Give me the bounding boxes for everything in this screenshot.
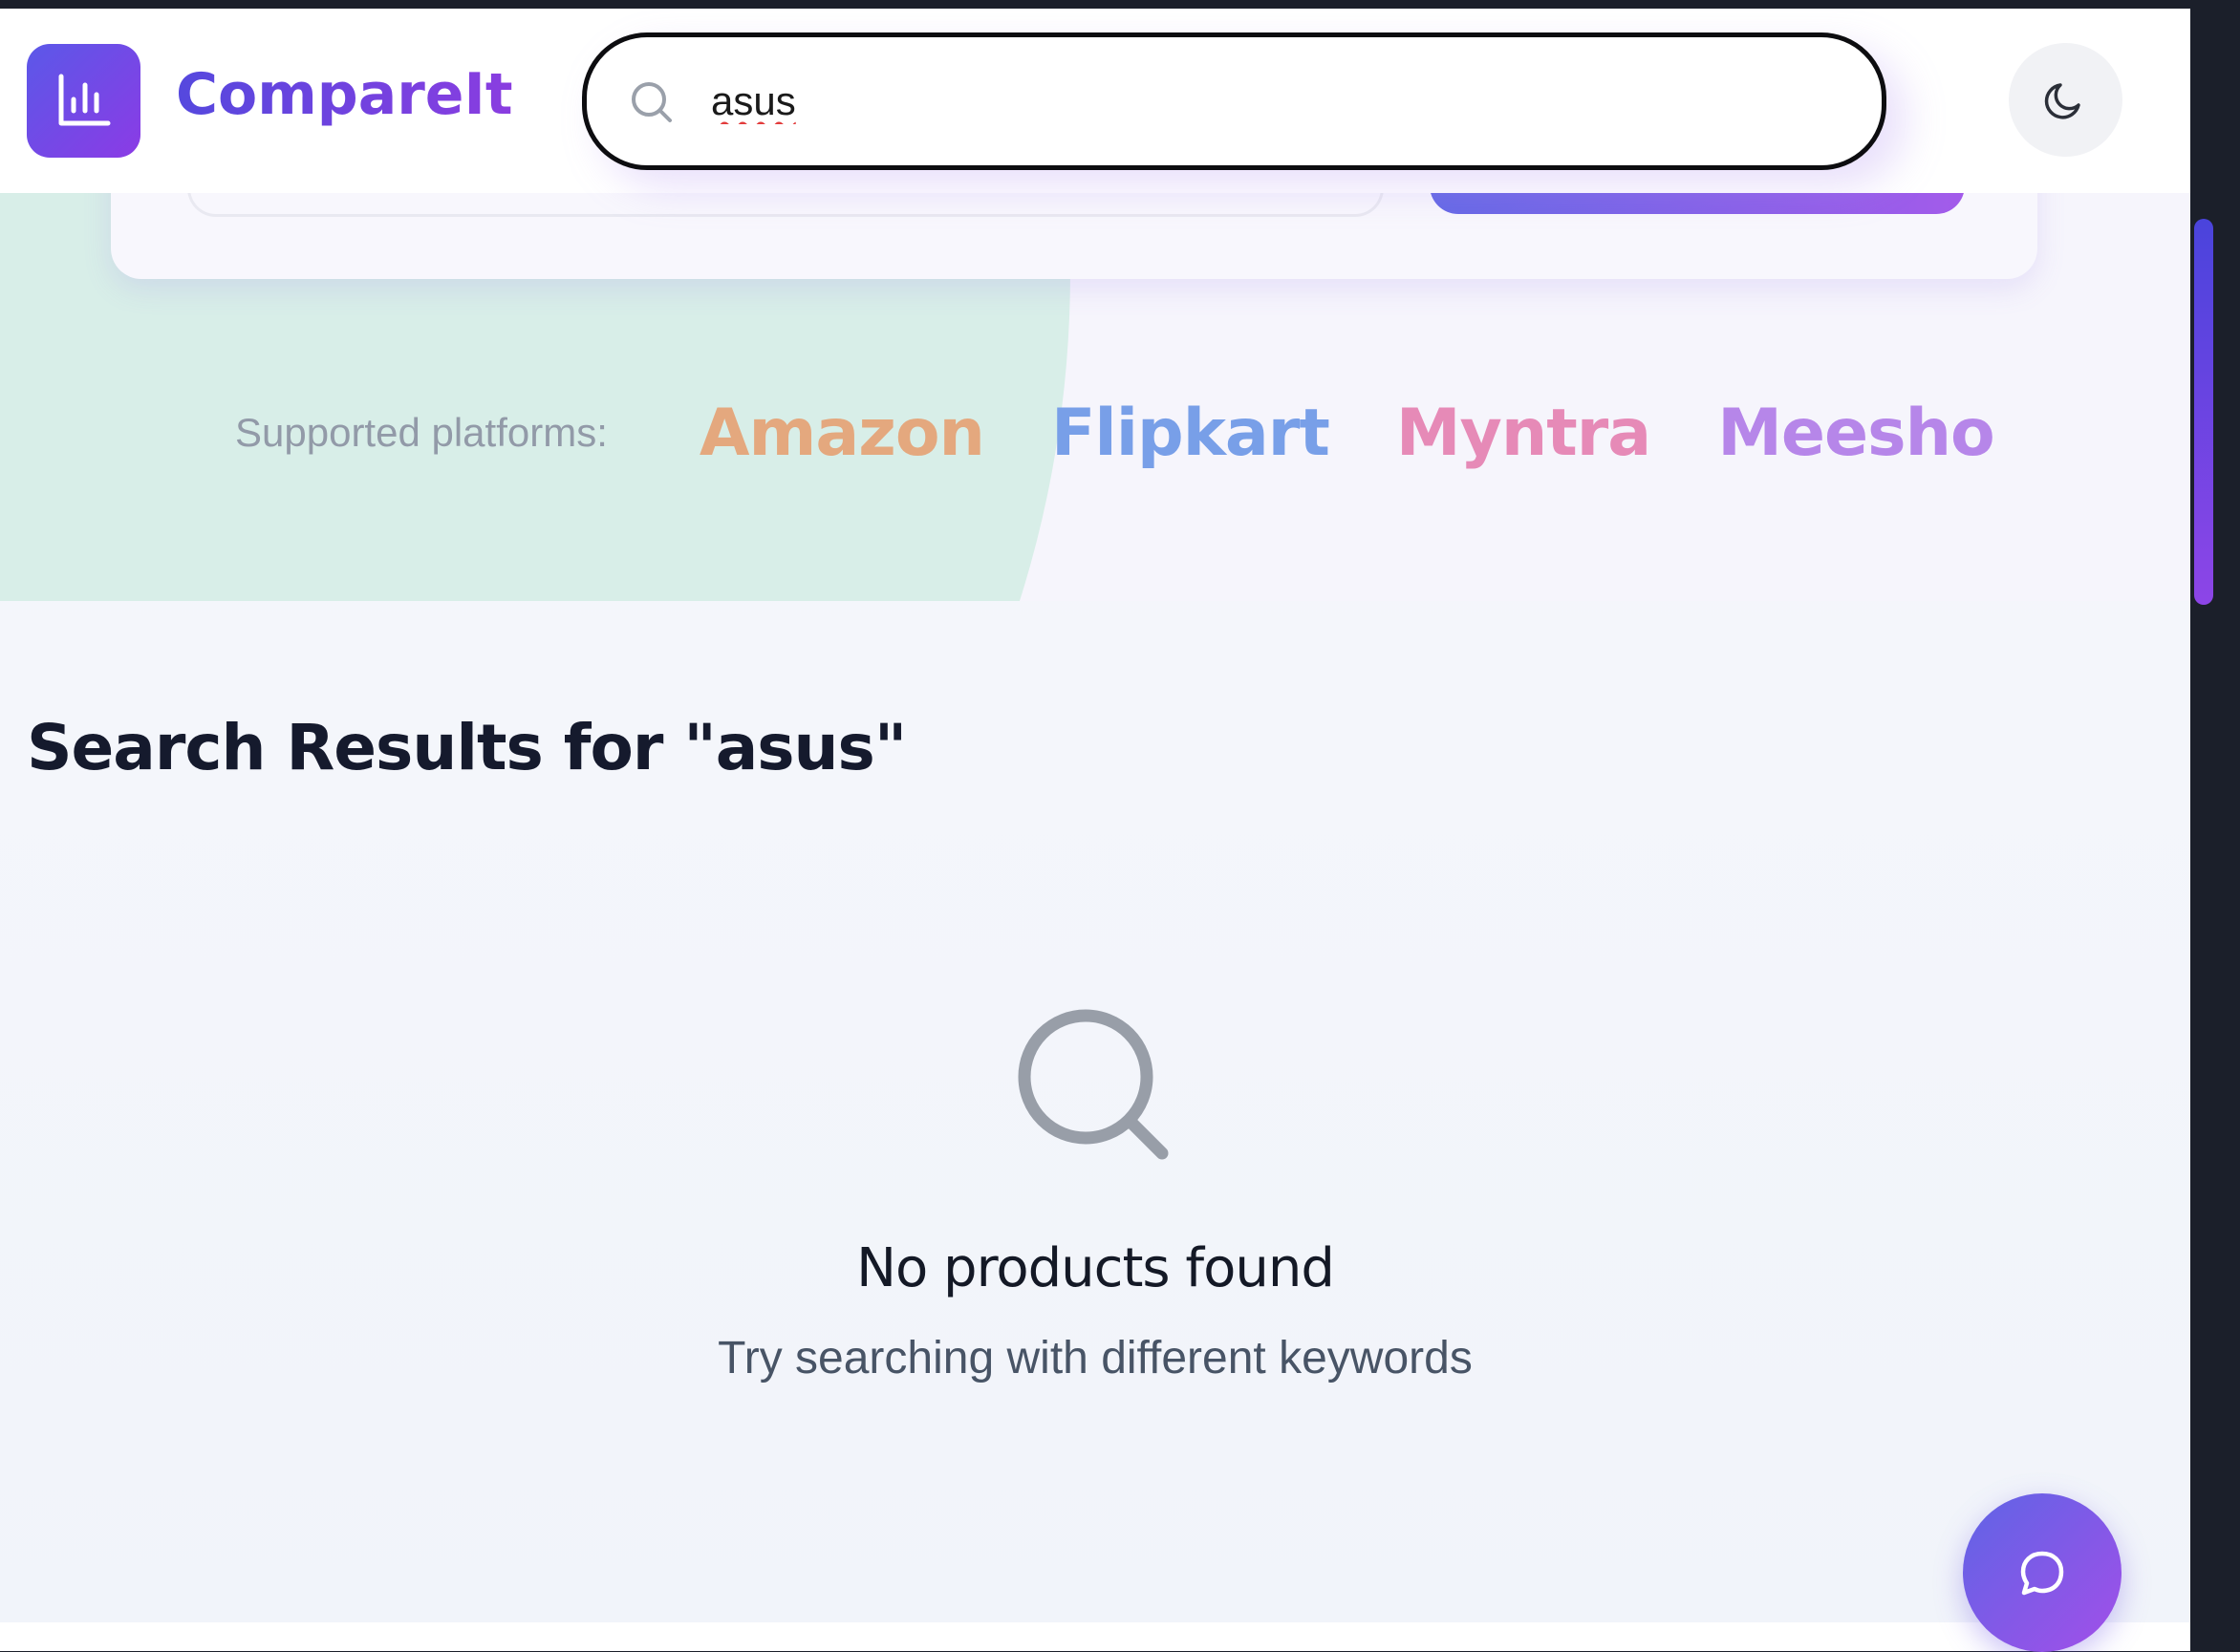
search-input[interactable] xyxy=(711,68,1839,135)
empty-state-subtitle: Try searching with different keywords xyxy=(718,1333,1473,1384)
supported-platforms-label: Supported platforms: xyxy=(235,410,608,455)
empty-state-title: No products found xyxy=(856,1237,1335,1299)
bar-chart-icon xyxy=(58,74,111,126)
navbar-search[interactable] xyxy=(582,32,1886,170)
empty-state: No products found Try searching with dif… xyxy=(0,1002,2190,1384)
scrollbar-thumb[interactable] xyxy=(2194,219,2213,605)
app-logo[interactable] xyxy=(27,44,140,158)
search-results-title: Search Results for "asus" xyxy=(27,711,907,784)
platform-amazon: Amazon xyxy=(699,395,985,471)
search-icon xyxy=(632,82,672,122)
top-navbar: CompareIt xyxy=(0,9,2190,193)
footer-edge xyxy=(0,1622,2190,1651)
platform-flipkart: Flipkart xyxy=(1050,395,1330,471)
chat-icon xyxy=(2020,1551,2064,1596)
theme-toggle-button[interactable] xyxy=(2009,43,2122,157)
platform-myntra: Myntra xyxy=(1395,395,1651,471)
platform-meesho: Meesho xyxy=(1717,395,1995,471)
moon-icon xyxy=(2044,83,2080,119)
supported-platforms: Supported platforms: Amazon Flipkart Myn… xyxy=(235,385,2061,481)
search-icon xyxy=(1011,1002,1179,1170)
page-viewport: Supported platforms: Amazon Flipkart Myn… xyxy=(0,9,2190,1651)
chat-button[interactable] xyxy=(1963,1493,2122,1652)
brand-name[interactable]: CompareIt xyxy=(176,54,513,135)
